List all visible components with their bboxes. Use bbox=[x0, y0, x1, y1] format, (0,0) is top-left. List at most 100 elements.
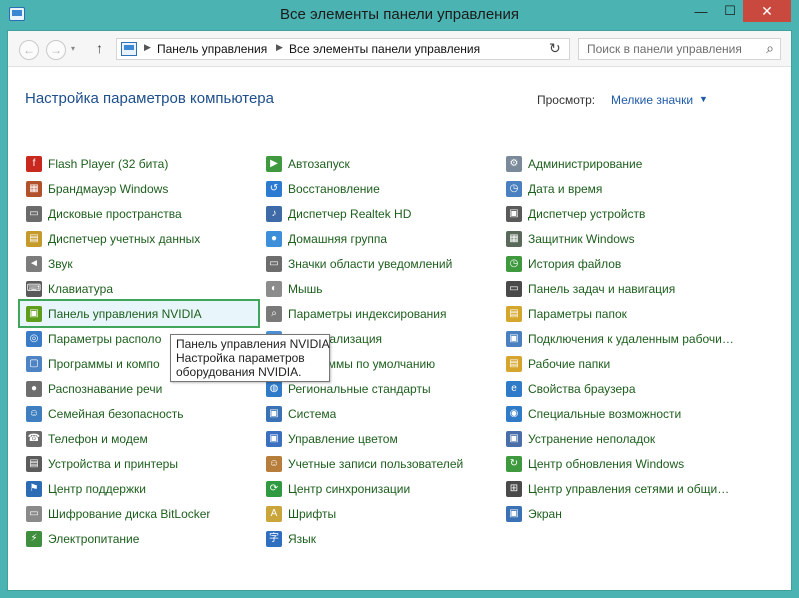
up-button[interactable]: ↑ bbox=[96, 40, 103, 56]
forward-button[interactable]: → bbox=[46, 40, 66, 60]
control-panel-item[interactable]: ⊞ Центр управления сетями и общим доступо… bbox=[500, 476, 738, 501]
control-panel-item-label[interactable]: Параметры индексирования bbox=[288, 307, 446, 321]
chevron-down-icon[interactable]: ▼ bbox=[699, 94, 708, 104]
control-panel-item-label[interactable]: Региональные стандарты bbox=[288, 382, 431, 396]
control-panel-item[interactable]: ⚡ Электропитание bbox=[20, 526, 258, 551]
control-panel-item[interactable]: ↺ Восстановление bbox=[260, 176, 498, 201]
control-panel-item[interactable]: ▣ Диспетчер устройств bbox=[500, 201, 738, 226]
control-panel-item-label[interactable]: Центр управления сетями и общим доступом bbox=[528, 482, 736, 496]
control-panel-item-label[interactable]: Дисковые пространства bbox=[48, 207, 182, 221]
control-panel-item-label[interactable]: Защитник Windows bbox=[528, 232, 635, 246]
control-panel-item[interactable]: ▣ Система bbox=[260, 401, 498, 426]
control-panel-item-label[interactable]: Свойства браузера bbox=[528, 382, 636, 396]
breadcrumb-all-items[interactable]: Все элементы панели управления bbox=[289, 42, 480, 56]
control-panel-item-label[interactable]: Подключения к удаленным рабочим столам bbox=[528, 332, 736, 346]
control-panel-item-label[interactable]: Клавиатура bbox=[48, 282, 113, 296]
control-panel-item[interactable]: ▦ Брандмауэр Windows bbox=[20, 176, 258, 201]
control-panel-item-label[interactable]: Администрирование bbox=[528, 157, 642, 171]
control-panel-item[interactable]: ◉ Специальные возможности bbox=[500, 401, 738, 426]
control-panel-item[interactable]: ▣ Устранение неполадок bbox=[500, 426, 738, 451]
control-panel-item-label[interactable]: Шрифты bbox=[288, 507, 336, 521]
control-panel-item-label[interactable]: Центр поддержки bbox=[48, 482, 146, 496]
control-panel-item-label[interactable]: Рабочие папки bbox=[528, 357, 610, 371]
control-panel-item[interactable]: ◷ История файлов bbox=[500, 251, 738, 276]
control-panel-item[interactable]: ☎ Телефон и модем bbox=[20, 426, 258, 451]
control-panel-item-label[interactable]: Специальные возможности bbox=[528, 407, 681, 421]
back-button[interactable]: ← bbox=[19, 40, 39, 60]
control-panel-item[interactable]: ◄ Звук bbox=[20, 251, 258, 276]
control-panel-item-label[interactable]: Flash Player (32 бита) bbox=[48, 157, 168, 171]
control-panel-item[interactable]: ↻ Центр обновления Windows bbox=[500, 451, 738, 476]
control-panel-item-label[interactable]: Программы и компо bbox=[48, 357, 160, 371]
control-panel-item[interactable]: ⚑ Центр поддержки bbox=[20, 476, 258, 501]
breadcrumb-separator-icon[interactable]: ▶ bbox=[276, 42, 283, 53]
control-panel-item[interactable]: ⚙ Администрирование bbox=[500, 151, 738, 176]
control-panel-item-label[interactable]: Семейная безопасность bbox=[48, 407, 184, 421]
control-panel-item-label[interactable]: Экран bbox=[528, 507, 562, 521]
control-panel-item-label[interactable]: Центр синхронизации bbox=[288, 482, 410, 496]
control-panel-item-label[interactable]: Мышь bbox=[288, 282, 323, 296]
control-panel-item[interactable]: ◷ Дата и время bbox=[500, 176, 738, 201]
control-panel-item[interactable]: ◐ Мышь bbox=[260, 276, 498, 301]
search-input[interactable]: Поиск в панели управления bbox=[587, 42, 742, 56]
control-panel-item[interactable]: ▶ Автозапуск bbox=[260, 151, 498, 176]
control-panel-item[interactable]: e Свойства браузера bbox=[500, 376, 738, 401]
control-panel-item-label[interactable]: Домашняя группа bbox=[288, 232, 387, 246]
control-panel-item-label[interactable]: Диспетчер устройств bbox=[528, 207, 645, 221]
control-panel-item[interactable]: ▦ Защитник Windows bbox=[500, 226, 738, 251]
control-panel-item-label[interactable]: Звук bbox=[48, 257, 73, 271]
control-panel-item-label[interactable]: Устройства и принтеры bbox=[48, 457, 178, 471]
control-panel-item[interactable]: ☺ Учетные записи пользователей bbox=[260, 451, 498, 476]
control-panel-item-label[interactable]: Учетные записи пользователей bbox=[288, 457, 463, 471]
minimize-button[interactable]: — bbox=[687, 0, 715, 22]
control-panel-item-label[interactable]: Дата и время bbox=[528, 182, 602, 196]
control-panel-item-label[interactable]: Устранение неполадок bbox=[528, 432, 655, 446]
control-panel-item[interactable]: ☺ Семейная безопасность bbox=[20, 401, 258, 426]
control-panel-item[interactable]: ♪ Диспетчер Realtek HD bbox=[260, 201, 498, 226]
control-panel-item[interactable]: ▭ Панель задач и навигация bbox=[500, 276, 738, 301]
control-panel-item[interactable]: ▤ Устройства и принтеры bbox=[20, 451, 258, 476]
control-panel-item[interactable]: ⌕ Параметры индексирования bbox=[260, 301, 498, 326]
control-panel-item[interactable]: ⟳ Центр синхронизации bbox=[260, 476, 498, 501]
control-panel-item-label[interactable]: Восстановление bbox=[288, 182, 380, 196]
control-panel-item[interactable]: ▭ Шифрование диска BitLocker bbox=[20, 501, 258, 526]
recent-locations-dropdown[interactable]: ▾ bbox=[71, 44, 75, 53]
control-panel-item-label[interactable]: Центр обновления Windows bbox=[528, 457, 684, 471]
control-panel-item[interactable]: f Flash Player (32 бита) bbox=[20, 151, 258, 176]
control-panel-item-label[interactable]: История файлов bbox=[528, 257, 621, 271]
control-panel-item-label[interactable]: Панель задач и навигация bbox=[528, 282, 675, 296]
control-panel-item[interactable]: A Шрифты bbox=[260, 501, 498, 526]
control-panel-item[interactable]: 字 Язык bbox=[260, 526, 498, 551]
control-panel-item-label[interactable]: Значки области уведомлений bbox=[288, 257, 452, 271]
control-panel-item-label[interactable]: Телефон и модем bbox=[48, 432, 148, 446]
control-panel-item-label[interactable]: Электропитание bbox=[48, 532, 139, 546]
control-panel-item[interactable]: ▭ Значки области уведомлений bbox=[260, 251, 498, 276]
maximize-button[interactable]: ☐ bbox=[716, 0, 744, 22]
breadcrumb-control-panel[interactable]: Панель управления bbox=[157, 42, 267, 56]
control-panel-item-label[interactable]: Панель управления NVIDIA bbox=[48, 307, 202, 321]
control-panel-item-label[interactable]: Система bbox=[288, 407, 336, 421]
control-panel-item[interactable]: ▣ Экран bbox=[500, 501, 738, 526]
control-panel-item-label[interactable]: Диспетчер учетных данных bbox=[48, 232, 200, 246]
control-panel-item[interactable]: ▤ Рабочие папки bbox=[500, 351, 738, 376]
control-panel-item[interactable]: ▣ Панель управления NVIDIA bbox=[18, 299, 260, 328]
control-panel-item[interactable]: ⌨ Клавиатура bbox=[20, 276, 258, 301]
control-panel-item-label[interactable]: Диспетчер Realtek HD bbox=[288, 207, 411, 221]
control-panel-item-label[interactable]: Управление цветом bbox=[288, 432, 398, 446]
control-panel-item[interactable]: ▭ Дисковые пространства bbox=[20, 201, 258, 226]
close-button[interactable]: ✕ bbox=[743, 0, 791, 22]
control-panel-item-label[interactable]: Язык bbox=[288, 532, 316, 546]
view-by-dropdown[interactable]: Мелкие значки bbox=[611, 93, 693, 107]
control-panel-item-label[interactable]: Параметры папок bbox=[528, 307, 627, 321]
search-icon[interactable]: ⌕ bbox=[766, 40, 774, 57]
control-panel-item[interactable]: ▣ Подключения к удаленным рабочим столам bbox=[500, 326, 738, 351]
control-panel-item-label[interactable]: Параметры располо bbox=[48, 332, 161, 346]
control-panel-item-label[interactable]: Распознавание речи bbox=[48, 382, 162, 396]
control-panel-item-label[interactable]: Брандмауэр Windows bbox=[48, 182, 168, 196]
control-panel-item[interactable]: ▣ Управление цветом bbox=[260, 426, 498, 451]
breadcrumb-separator-icon[interactable]: ▶ bbox=[144, 42, 151, 53]
control-panel-item[interactable]: ● Домашняя группа bbox=[260, 226, 498, 251]
search-box[interactable]: Поиск в панели управления ⌕ bbox=[578, 38, 781, 60]
address-bar[interactable]: ▶ Панель управления ▶ Все элементы панел… bbox=[116, 38, 570, 60]
control-panel-item-label[interactable]: Автозапуск bbox=[288, 157, 350, 171]
